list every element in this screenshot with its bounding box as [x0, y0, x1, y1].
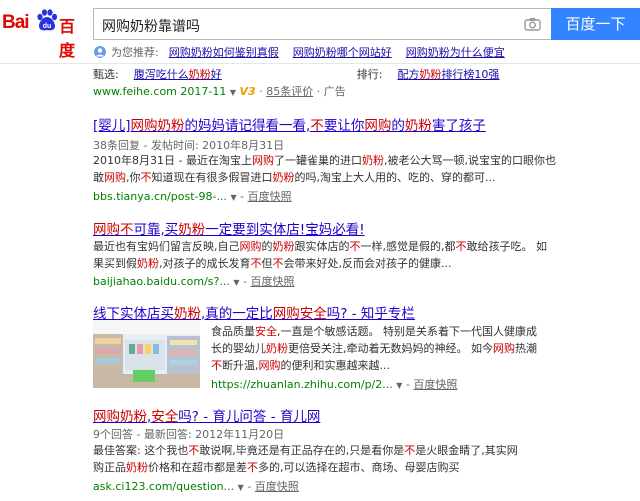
ad-selected-label: 甄选:: [93, 68, 119, 81]
result-url[interactable]: baijiahao.baidu.com/s?...: [93, 275, 230, 288]
result-meta: 38条回复 - 发帖时间: 2010年8月31日: [93, 139, 285, 152]
ad-sublinks: 甄选: 腹泻吃什么奶粉好 排行: 配方奶粉排行榜10强: [93, 66, 499, 82]
store-shelf-image: [93, 320, 200, 388]
recommend-label: 为您推荐:: [111, 46, 159, 59]
result-abstract: 敢网购,你不知道现在有很多假冒进口奶粉的吗,淘宝上大人用的、吃的、穿的都可...: [93, 171, 496, 184]
result-abstract: 食品质量安全,一直是个敏感话题。 特别是关系着下一代国人健康成: [211, 325, 537, 338]
logo-text-bai: Bai: [2, 12, 30, 33]
ad-date: 2017-11: [180, 85, 227, 98]
dropdown-caret-icon[interactable]: ▼: [230, 88, 236, 97]
result-url[interactable]: ask.ci123.com/question...: [93, 480, 234, 493]
result-meta: 9个回答 - 最新回答: 2012年11月20日: [93, 428, 285, 441]
result-url-line: ask.ci123.com/question... ▼ - 百度快照: [93, 480, 299, 493]
baidu-logo[interactable]: Bai du 百度: [2, 4, 86, 60]
ad-rank-label: 排行:: [356, 68, 383, 81]
result-abstract: 最近也有宝妈们留言反映,自己网购的奶粉跟实体店的不一样,感觉是假的,都不敢给孩子…: [93, 240, 547, 253]
result-abstract: 2010年8月31日 - 最近在淘宝上网购了一罐雀巢的进口奶粉,被老公大骂一顿,…: [93, 154, 556, 167]
result-abstract: 不断升温,网购的便利和实惠越来越...: [211, 359, 390, 372]
search-input[interactable]: 网购奶粉靠谱吗: [93, 8, 551, 40]
result-abstract: 果买到假奶粉,对孩子的成长发育不但不会带来好处,反而会对孩子的健康...: [93, 257, 452, 270]
ad-badge[interactable]: V3: [240, 85, 256, 98]
dropdown-caret-icon[interactable]: ▼: [230, 193, 236, 202]
result-url-line: https://zhuanlan.zhihu.com/p/2... ▼ - 百度…: [211, 378, 458, 391]
dropdown-caret-icon[interactable]: ▼: [396, 381, 402, 390]
baidu-paw-icon: du: [37, 9, 58, 31]
dropdown-caret-icon[interactable]: ▼: [238, 483, 244, 492]
search-query[interactable]: 网购奶粉靠谱吗: [102, 16, 200, 36]
result-url[interactable]: bbs.tianya.cn/post-98-...: [93, 190, 227, 203]
recommend-link[interactable]: 网购奶粉如何鉴别真假: [169, 44, 279, 60]
result-title[interactable]: 网购不可靠,买奶粉一定要到实体店!宝妈必看!: [93, 218, 365, 238]
camera-icon[interactable]: [524, 17, 541, 31]
result-url-line: baijiahao.baidu.com/s?... ▼ - 百度快照: [93, 275, 295, 288]
result-abstract: 购正品奶粉价格和在超市都是差不多的,可以选择在超市、商场、母婴店购买: [93, 461, 460, 474]
recommend-icon: [94, 46, 106, 58]
recommend-link[interactable]: 网购奶粉为什么便宜: [406, 44, 505, 60]
logo-text-du: du: [43, 23, 52, 30]
result-abstract: 长的婴幼儿奶粉更倍受关注,牵动着无数妈妈的神经。 如今网购热潮: [211, 342, 537, 355]
divider: [0, 63, 640, 64]
result-title[interactable]: 线下实体店买奶粉,真的一定比网购安全吗? - 知乎专栏: [93, 302, 415, 322]
ad-reviews-link[interactable]: 85条评价: [266, 85, 313, 98]
snapshot-link[interactable]: 百度快照: [251, 275, 295, 288]
result-url-line: bbs.tianya.cn/post-98-... ▼ - 百度快照: [93, 190, 292, 203]
logo-text-cn: 百度: [59, 17, 76, 60]
recommend-link[interactable]: 网购奶粉哪个网站好: [293, 44, 392, 60]
recommend-bar: 为您推荐: 网购奶粉如何鉴别真假 网购奶粉哪个网站好 网购奶粉为什么便宜: [93, 43, 519, 61]
result-url[interactable]: https://zhuanlan.zhihu.com/p/2...: [211, 378, 393, 391]
snapshot-link[interactable]: 百度快照: [255, 480, 299, 493]
result-title[interactable]: 网购奶粉,安全吗? - 育儿问答 - 育儿网: [93, 405, 320, 425]
search-button[interactable]: 百度一下: [551, 8, 640, 40]
result-thumbnail[interactable]: [93, 320, 200, 388]
ad-selected-link[interactable]: 腹泻吃什么奶粉好: [134, 68, 222, 81]
snapshot-link[interactable]: 百度快照: [413, 378, 457, 391]
snapshot-link[interactable]: 百度快照: [248, 190, 292, 203]
ad-rank-link[interactable]: 配方奶粉排行榜10强: [397, 68, 499, 81]
ad-url[interactable]: www.feihe.com: [93, 85, 177, 98]
ad-source-line: www.feihe.com 2017-11 ▼ V3 · 85条评价 · 广告: [93, 85, 346, 98]
ad-tag: 广告: [323, 85, 346, 98]
result-title[interactable]: [婴儿]网购奶粉的妈妈请记得看一看,不要让你网购的奶粉害了孩子: [93, 114, 486, 134]
dropdown-caret-icon[interactable]: ▼: [233, 278, 239, 287]
result-abstract: 最佳答案: 这个我也不敢说啊,毕竟还是有正品存在的,只是看你是不是火眼金睛了,其…: [93, 444, 518, 457]
